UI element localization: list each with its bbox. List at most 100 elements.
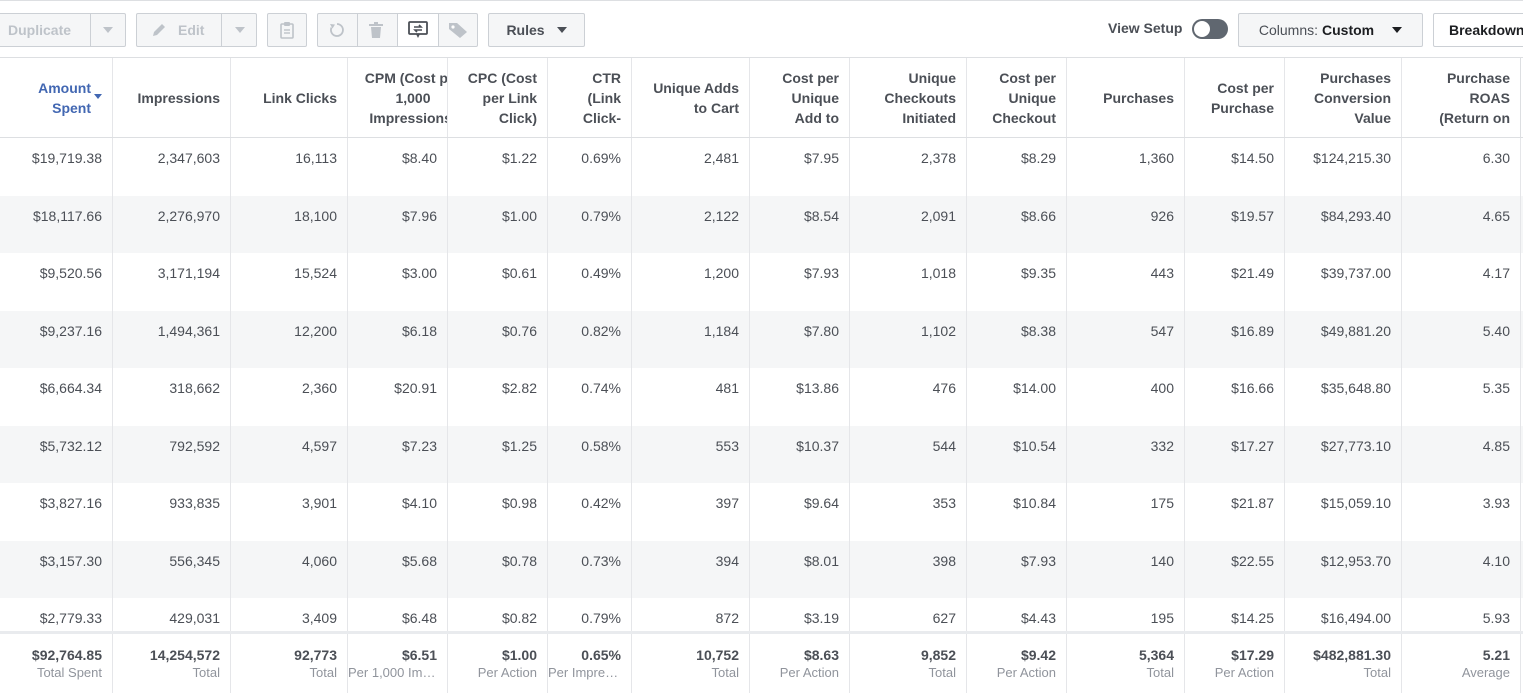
view-setup-label: View Setup (1108, 20, 1183, 36)
cell-cost-per-unique-add: $9.64 (750, 483, 850, 541)
table-totals-row: $92,764.85 Total Spent 14,254,572 Total 92,7… (0, 631, 1523, 693)
column-header-purchase-roas[interactable]: Purchase ROAS (Return on (1402, 58, 1521, 137)
column-header-purchases[interactable]: Purchases (1067, 58, 1185, 137)
table-row[interactable]: $18,117.66 2,276,970 18,100 $7.96 $1.00 0.79%… (0, 195, 1523, 253)
copy-button[interactable] (267, 13, 307, 47)
columns-prefix: Columns: (1258, 22, 1318, 38)
cell-cpm: $6.18 (348, 310, 448, 368)
cell-impressions: 3,171,194 (113, 253, 231, 311)
header-label: Purchase ROAS (Return on (1439, 69, 1510, 126)
compare-icon (408, 21, 428, 39)
table-row[interactable]: $5,732.12 792,592 4,597 $7.23 $1.25 0.58% 553 $… (0, 425, 1523, 483)
tag-icon[interactable] (448, 21, 468, 39)
trash-icon[interactable] (368, 21, 384, 39)
cell-cpm: $5.68 (348, 540, 448, 598)
cell-link-clicks: 2,360 (231, 368, 348, 426)
edit-button[interactable]: Edit (178, 22, 204, 38)
total-unique-adds-to-cart: 10,752 Total (632, 634, 750, 693)
table-header-row: Amount Spent Impressions Link Clicks CPM… (0, 58, 1523, 138)
cell-amount-spent: $9,237.16 (0, 310, 113, 368)
header-label: Purchases Conversion Value (1313, 69, 1391, 126)
duplicate-dropdown-icon[interactable] (103, 27, 113, 33)
compare-button[interactable] (398, 14, 438, 46)
cell-cost-per-unique-checkout: $8.66 (967, 195, 1067, 253)
cell-purchases: 400 (1067, 368, 1185, 426)
cell-unique-checkouts: 353 (850, 483, 967, 541)
column-header-cost-per-unique-add[interactable]: Cost per Unique Add to (750, 58, 850, 137)
view-setup-toggle[interactable] (1192, 19, 1228, 39)
rules-label: Rules (506, 22, 545, 38)
column-header-impressions[interactable]: Impressions (113, 58, 231, 137)
cell-cpm: $20.91 (348, 368, 448, 426)
duplicate-button[interactable]: Duplicate (8, 22, 71, 38)
table-row[interactable]: $9,520.56 3,171,194 15,524 $3.00 $0.61 0.49% 1… (0, 253, 1523, 311)
cell-link-clicks: 16,113 (231, 138, 348, 196)
divider (438, 14, 439, 46)
cell-impressions: 933,835 (113, 483, 231, 541)
cell-purchases: 547 (1067, 310, 1185, 368)
columns-value: Custom (1322, 22, 1375, 38)
table-row[interactable]: $6,664.34 318,662 2,360 $20.91 $2.82 0.74% 481… (0, 368, 1523, 426)
cell-amount-spent: $3,157.30 (0, 540, 113, 598)
cell-link-clicks: 18,100 (231, 195, 348, 253)
total-label: Per Action (1214, 665, 1274, 680)
cell-amount-spent: $6,664.34 (0, 368, 113, 426)
cell-cost-per-unique-checkout: $9.35 (967, 253, 1067, 311)
cell-purchases: 1,360 (1067, 138, 1185, 196)
column-header-unique-adds-to-cart[interactable]: Unique Adds to Cart (632, 58, 750, 137)
column-header-link-clicks[interactable]: Link Clicks (231, 58, 348, 137)
table-row[interactable]: $3,157.30 556,345 4,060 $5.68 $0.78 0.73% 394 $… (0, 540, 1523, 598)
cell-amount-spent: $18,117.66 (0, 195, 113, 253)
cell-cost-per-unique-add: $7.95 (750, 138, 850, 196)
cell-unique-checkouts: 2,091 (850, 195, 967, 253)
cell-unique-adds-to-cart: 553 (632, 425, 750, 483)
cell-cost-per-unique-checkout: $7.93 (967, 540, 1067, 598)
cell-ctr: 0.82% (548, 310, 632, 368)
breakdown-button[interactable]: Breakdown (1433, 13, 1523, 47)
total-purchase-roas: 5.21 Average (1402, 634, 1521, 693)
cell-cost-per-purchase: $22.55 (1185, 540, 1285, 598)
sort-desc-icon (94, 94, 102, 99)
cell-cpc: $0.61 (448, 253, 548, 311)
cell-purchase-roas: 4.17 (1402, 253, 1521, 311)
total-value: 0.65% (581, 647, 621, 663)
column-header-cpm[interactable]: CPM (Cost per 1,000 Impressions) (348, 58, 448, 137)
table-row[interactable]: $19,719.38 2,347,603 16,113 $8.40 $1.22 0.69%… (0, 138, 1523, 196)
column-header-cpc[interactable]: CPC (Cost per Link Click) (448, 58, 548, 137)
column-header-amount-spent[interactable]: Amount Spent (0, 58, 113, 137)
chevron-down-icon (556, 27, 567, 33)
cell-impressions: 2,276,970 (113, 195, 231, 253)
cell-unique-checkouts: 1,018 (850, 253, 967, 311)
edit-dropdown-icon[interactable] (235, 27, 245, 33)
total-link-clicks: 92,773 Total (231, 634, 348, 693)
column-header-ctr[interactable]: CTR (Link Click- (548, 58, 632, 137)
cell-cost-per-purchase: $16.89 (1185, 310, 1285, 368)
cell-cpc: $0.76 (448, 310, 548, 368)
table-row[interactable]: $3,827.16 933,835 3,901 $4.10 $0.98 0.42% 397 $… (0, 483, 1523, 541)
total-impressions: 14,254,572 Total (113, 634, 231, 693)
column-header-cost-per-unique-checkout[interactable]: Cost per Unique Checkout (967, 58, 1067, 137)
cell-conversion-value: $15,059.10 (1285, 483, 1402, 541)
table-row[interactable]: $9,237.16 1,494,361 12,200 $6.18 $0.76 0.82% 1… (0, 310, 1523, 368)
cell-cost-per-unique-checkout: $10.54 (967, 425, 1067, 483)
total-label: Average (1461, 665, 1510, 680)
cell-ctr: 0.69% (548, 138, 632, 196)
header-label: Amount Spent (38, 79, 91, 116)
rules-button[interactable]: Rules (488, 13, 585, 47)
cell-purchases: 140 (1067, 540, 1185, 598)
clipboard-icon (279, 21, 295, 39)
cell-purchase-roas: 6.30 (1402, 138, 1521, 196)
refresh-icon[interactable] (328, 21, 346, 39)
total-value: $482,881.30 (1313, 647, 1391, 663)
cell-cost-per-unique-add: $8.01 (750, 540, 850, 598)
cell-conversion-value: $27,773.10 (1285, 425, 1402, 483)
columns-dropdown[interactable]: Columns: Custom (1238, 13, 1423, 47)
cell-unique-checkouts: 476 (850, 368, 967, 426)
column-header-unique-checkouts[interactable]: Unique Checkouts Initiated (850, 58, 967, 137)
cell-purchase-roas: 5.35 (1402, 368, 1521, 426)
cell-link-clicks: 4,060 (231, 540, 348, 598)
column-header-purchases-conversion-value[interactable]: Purchases Conversion Value (1285, 58, 1402, 137)
total-value: 14,254,572 (149, 647, 220, 663)
column-header-cost-per-purchase[interactable]: Cost per Purchase (1185, 58, 1285, 137)
total-unique-checkouts: 9,852 Total (850, 634, 967, 693)
